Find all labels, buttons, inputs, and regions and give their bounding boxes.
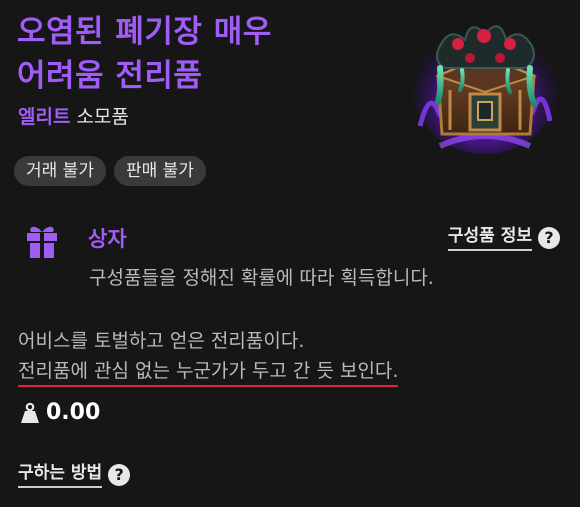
item-category: 소모품 [76,106,129,128]
box-type-label: 상자 [88,227,127,251]
item-tags: 거래 불가 판매 불가 [14,156,206,186]
item-weight: 0.00 [20,398,100,428]
lore-line-2: 전리품에 관심 없는 누군가가 두고 간 듯 보인다. [18,357,399,387]
weight-icon [21,402,39,423]
item-title-line-2: 어려움 전리품 [17,58,203,94]
composition-info-link[interactable]: 구성품 정보 ? [447,224,560,251]
lore-line-1: 어비스를 토벌하고 얻은 전리품이다. [18,330,305,352]
item-title: 오염된 폐기장 매우 어려움 전리품 [17,10,397,98]
corrupted-treasure-chest-icon [413,22,557,154]
composition-info-label[interactable]: 구성품 정보 [447,224,532,251]
tag-untradable: 거래 불가 [14,156,106,186]
item-lore: 어비스를 토벌하고 얻은 전리품이다. 전리품에 관심 없는 누군가가 두고 간… [18,326,399,387]
item-title-line-1: 오염된 폐기장 매우 [17,14,272,50]
item-grade: 엘리트 [18,106,71,128]
tag-unsellable: 판매 불가 [113,156,206,186]
weight-value: 0.00 [46,400,101,425]
how-to-obtain-label[interactable]: 구하는 방법 [18,461,103,488]
item-subtitle: 엘리트 소모품 [18,104,129,130]
gift-icon [27,226,57,258]
question-mark-icon[interactable]: ? [538,226,560,249]
how-to-obtain-link[interactable]: 구하는 방법 ? [18,461,131,488]
question-mark-icon[interactable]: ? [108,463,131,486]
box-description: 구성품들을 정해진 확률에 따라 획득합니다. [89,267,434,289]
